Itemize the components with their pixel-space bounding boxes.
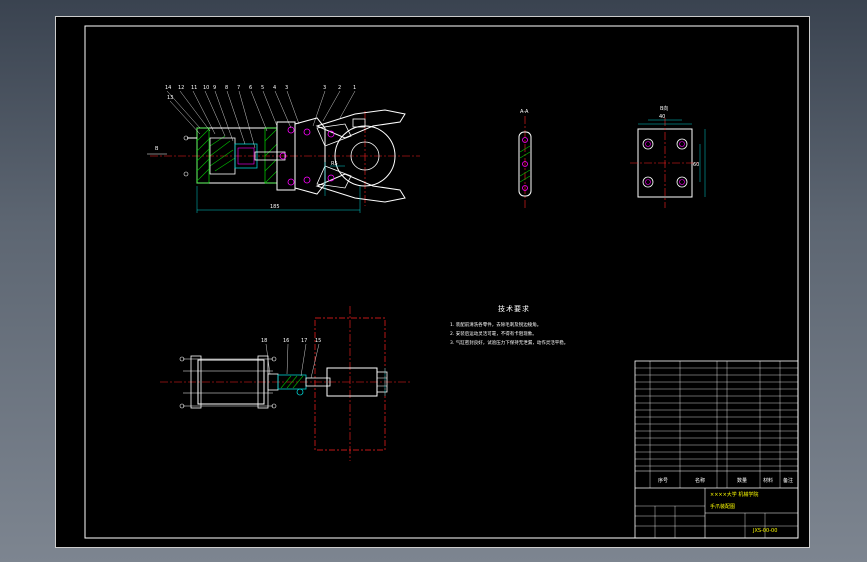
svg-text:7: 7 [237,85,240,91]
inner-frame [84,25,799,539]
svg-text:16: 16 [283,338,289,344]
bom-col-material: 材料 [763,477,773,484]
svg-text:1: 1 [353,85,356,91]
assembly-drawing: 185 R5 14 13 12 11 10 9 8 7 6 5 4 3 3 2 1 B A… [55,16,810,548]
svg-text:4: 4 [273,85,276,91]
top-view: B向 40 60 [630,105,706,208]
svg-text:17: 17 [301,338,307,344]
svg-text:11: 11 [191,85,197,91]
svg-text:185: 185 [270,204,280,210]
svg-text:12: 12 [178,85,184,91]
arrow-label-b: B [155,146,159,152]
bom-col-note: 备注 [783,477,793,484]
note-item-2: 2. 安装后运动灵活可靠，不得有卡阻现象。 [450,332,537,337]
svg-text:R5: R5 [331,161,338,167]
section-label: A-A [520,109,529,115]
svg-text:15: 15 [315,338,321,344]
svg-text:18: 18 [261,338,267,344]
bom-col-name: 名称 [695,477,705,484]
svg-text:3: 3 [323,85,326,91]
note-item-3: 3. 气缸密封良好，试验压力下保持无泄漏，动作灵活平稳。 [450,341,569,346]
school-name: ××××大学 机械学院 [710,491,758,498]
front-view: 185 R5 14 13 12 11 10 9 8 7 6 5 4 3 3 2 1 B [147,85,420,213]
bom-col-qty: 数量 [737,477,747,484]
section-view: A-A [518,109,532,208]
drawing-name: 手爪装配图 [710,503,735,510]
svg-text:60: 60 [693,162,699,168]
svg-text:14: 14 [165,85,171,91]
top-view-label: B向 [660,105,668,112]
plan-view: 18 16 17 15 [160,306,410,461]
svg-text:10: 10 [203,85,209,91]
svg-text:40: 40 [659,114,665,120]
svg-text:5: 5 [261,85,264,91]
svg-text:6: 6 [249,85,252,91]
note-item-1: 1. 装配前清洗各零件，去除毛刺及锐边棱角。 [450,323,542,328]
svg-text:13: 13 [167,95,173,101]
svg-text:3: 3 [285,85,288,91]
svg-text:2: 2 [338,85,341,91]
drawing-sheet: 185 R5 14 13 12 11 10 9 8 7 6 5 4 3 3 2 1 B … [55,16,810,548]
svg-text:9: 9 [213,85,216,91]
notes-title: 技术要求 [498,305,530,313]
bom-col-seq: 序号 [658,477,668,484]
drawing-number: JXS-00-00 [752,528,777,534]
svg-text:8: 8 [225,85,228,91]
title-block: 序号 名称 数量 材料 备注 ××××大学 机械学院 手爪装配图 JXS-00-… [634,360,799,539]
